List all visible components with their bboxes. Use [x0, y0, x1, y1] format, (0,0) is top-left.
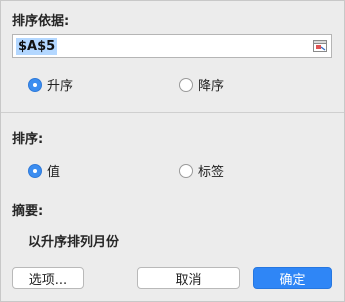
- sort-basis-value[interactable]: $A$5: [16, 38, 58, 55]
- ok-button[interactable]: 确定: [253, 267, 332, 289]
- section-divider: [1, 112, 344, 113]
- descending-radio[interactable]: 降序: [179, 75, 224, 94]
- summary-text: 以升序排列月份: [28, 235, 120, 250]
- radio-selected-icon[interactable]: [28, 77, 42, 92]
- sort-label: 排序:: [12, 132, 44, 147]
- cancel-button[interactable]: 取消: [137, 267, 240, 289]
- summary-label: 摘要:: [12, 204, 44, 219]
- ascending-radio[interactable]: 升序: [28, 75, 73, 94]
- sort-by-value-label: 值: [47, 165, 61, 180]
- range-collapse-icon[interactable]: [312, 38, 328, 54]
- radio-unselected-icon[interactable]: [179, 77, 193, 92]
- descending-label: 降序: [198, 79, 225, 94]
- ascending-label: 升序: [47, 79, 74, 94]
- sort-by-label-label: 标签: [198, 165, 225, 180]
- options-button[interactable]: 选项...: [12, 267, 84, 289]
- sort-by-label-radio[interactable]: 标签: [179, 161, 224, 180]
- sort-basis-field[interactable]: $A$5: [12, 34, 332, 58]
- radio-unselected-icon[interactable]: [179, 163, 193, 178]
- sort-by-value-radio[interactable]: 值: [28, 161, 60, 180]
- sort-basis-label: 排序依据:: [12, 14, 70, 29]
- sort-dialog: 排序依据: $A$5 升序 降序 排序: 值 标签 摘要: 以升序排列月份 选项…: [0, 0, 345, 302]
- radio-selected-icon[interactable]: [28, 163, 42, 178]
